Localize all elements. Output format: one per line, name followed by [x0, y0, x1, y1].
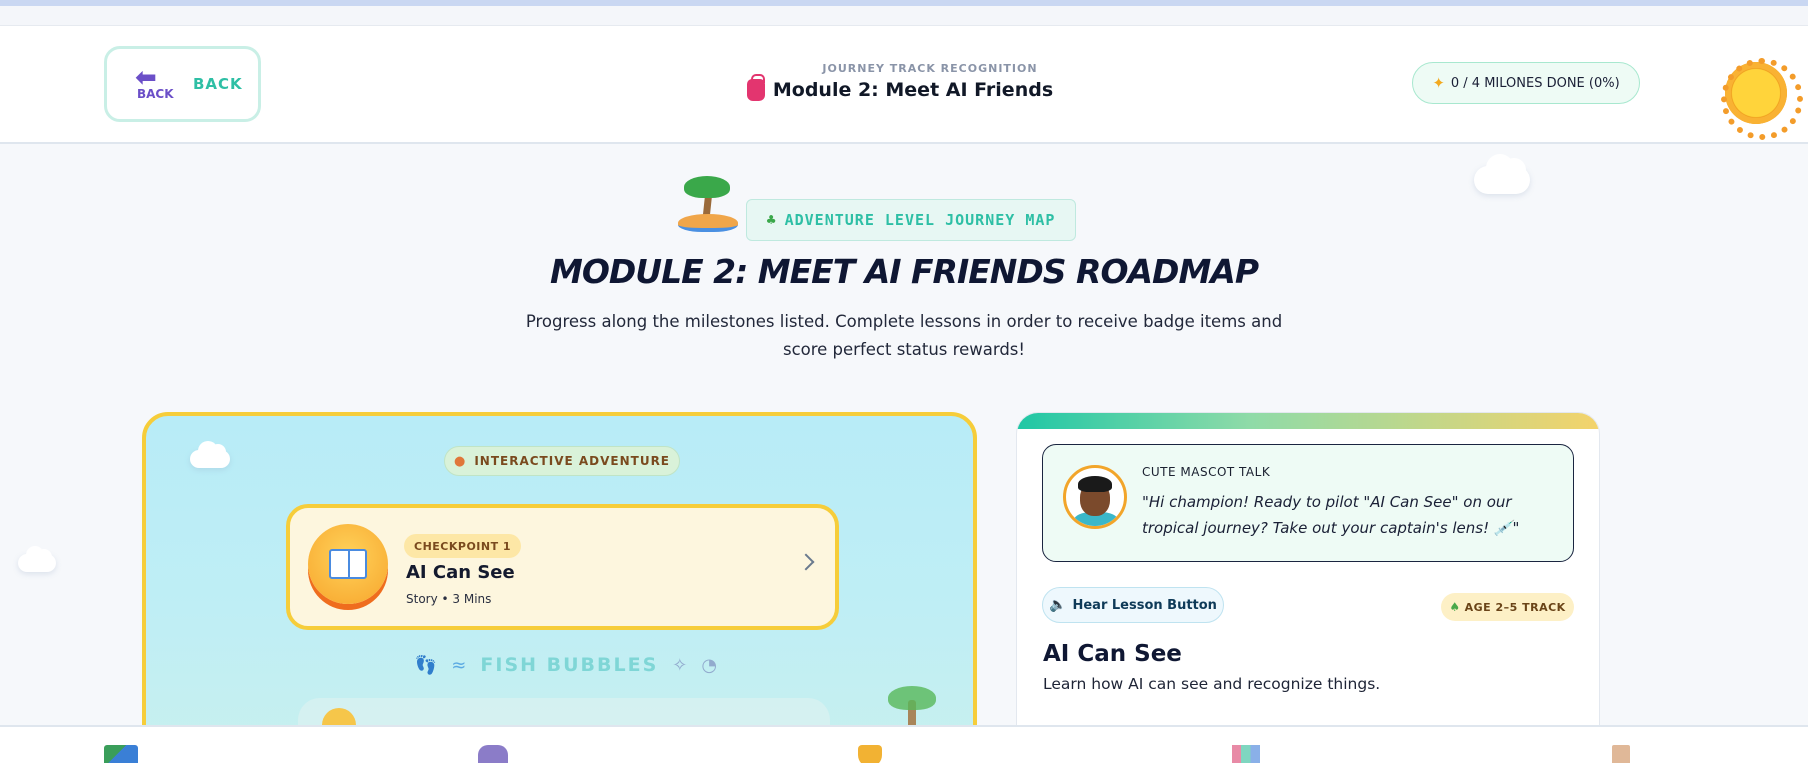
trophy-icon[interactable] — [858, 745, 882, 763]
shell-icon: ✧ — [672, 654, 688, 676]
mascot-talk-box: CUTE MASCOT TALK "Hi champion! Ready to … — [1042, 444, 1574, 562]
cloud-decoration — [190, 441, 230, 468]
page-title: MODULE 2: MEET AI FRIENDS ROADMAP — [549, 252, 1259, 291]
checkpoint-card[interactable]: CHECKPOINT 1 AI Can See Story • 3 Mins — [286, 504, 839, 630]
back-arrow-icon: ⬅ BACK — [135, 63, 174, 101]
adventure-level-badge: ♣ ADVENTURE LEVEL JOURNEY MAP — [746, 199, 1076, 241]
avatar — [1063, 465, 1127, 529]
island-icon — [678, 176, 738, 232]
palm-tree-icon: ♣ — [766, 211, 777, 229]
footprints-icon: 👣 — [414, 654, 438, 676]
cloud-decoration — [18, 546, 56, 572]
door-icon[interactable] — [1612, 745, 1630, 763]
chart-icon[interactable] — [1232, 745, 1260, 763]
page-header: ⬅ BACK BACK JOURNEY TRACK RECOGNITION Mo… — [0, 26, 1808, 144]
chevron-right-icon — [797, 553, 815, 571]
checkpoint-tag: CHECKPOINT 1 — [404, 534, 522, 558]
header-title: Module 2: Meet AI Friends — [700, 74, 1100, 101]
panel-top-band — [1017, 413, 1599, 429]
adventure-level-label: ADVENTURE LEVEL JOURNEY MAP — [784, 211, 1056, 229]
bottom-nav — [0, 725, 1808, 763]
lesson-description: Learn how AI can see and recognize thing… — [1043, 675, 1381, 693]
hear-lesson-button[interactable]: 🔈 Hear Lesson Button — [1042, 587, 1224, 623]
gamepad-icon[interactable] — [478, 745, 508, 763]
wave-icon: ≈ — [451, 654, 467, 676]
sprout-icon: ♠ — [1449, 600, 1461, 614]
adventure-map-card: ● INTERACTIVE ADVENTURE CHECKPOINT 1 AI … — [142, 412, 977, 763]
path-divider: 👣 ≈ FISH BUBBLES ✧ ◔ — [366, 650, 766, 680]
cloud-decoration — [1474, 154, 1530, 194]
checkpoint-icon-circle — [308, 524, 388, 604]
lesson-detail-panel: CUTE MASCOT TALK "Hi champion! Ready to … — [1016, 412, 1600, 763]
age-track-label: AGE 2–5 TRACK — [1464, 600, 1566, 614]
page-description: Progress along the milestones listed. Co… — [525, 312, 1283, 359]
age-track-badge: ♠ AGE 2–5 TRACK — [1441, 593, 1574, 621]
progress-status-text: 0 / 4 MILONES DONE (0%) — [1450, 75, 1620, 91]
top-bar — [0, 6, 1808, 26]
lesson-title: AI Can See — [1043, 641, 1182, 667]
person-icon: ● — [453, 453, 467, 469]
sun-icon — [1721, 58, 1803, 140]
checkpoint-title: AI Can See — [406, 562, 515, 583]
speaker-icon: 🔈 — [1049, 597, 1067, 613]
interactive-adventure-badge: ● INTERACTIVE ADVENTURE — [444, 446, 680, 476]
backpack-icon — [746, 74, 765, 101]
path-divider-label: FISH BUBBLES — [480, 654, 659, 676]
hear-lesson-label: Hear Lesson Button — [1072, 597, 1217, 613]
progress-status-badge: ✦ 0 / 4 MILONES DONE (0%) — [1412, 62, 1640, 104]
back-button[interactable]: ⬅ BACK BACK — [104, 46, 261, 122]
mascot-quote: "Hi champion! Ready to pilot "AI Can See… — [1142, 493, 1520, 537]
back-button-label: BACK — [193, 75, 243, 93]
interactive-adventure-label: INTERACTIVE ADVENTURE — [474, 454, 671, 468]
back-icon-label: BACK — [137, 87, 174, 101]
shell-icon: ◔ — [701, 654, 718, 676]
mascot-label: CUTE MASCOT TALK — [1142, 465, 1271, 479]
header-title-text: Module 2: Meet AI Friends — [772, 79, 1054, 101]
header-title-block: JOURNEY TRACK RECOGNITION Module 2: Meet… — [700, 62, 1100, 101]
sparkle-icon: ✦ — [1432, 74, 1445, 92]
checkpoint-meta: Story • 3 Mins — [406, 592, 492, 606]
book-icon — [329, 549, 367, 579]
header-subtitle: JOURNEY TRACK RECOGNITION — [822, 62, 1038, 75]
map-icon[interactable] — [104, 745, 138, 763]
